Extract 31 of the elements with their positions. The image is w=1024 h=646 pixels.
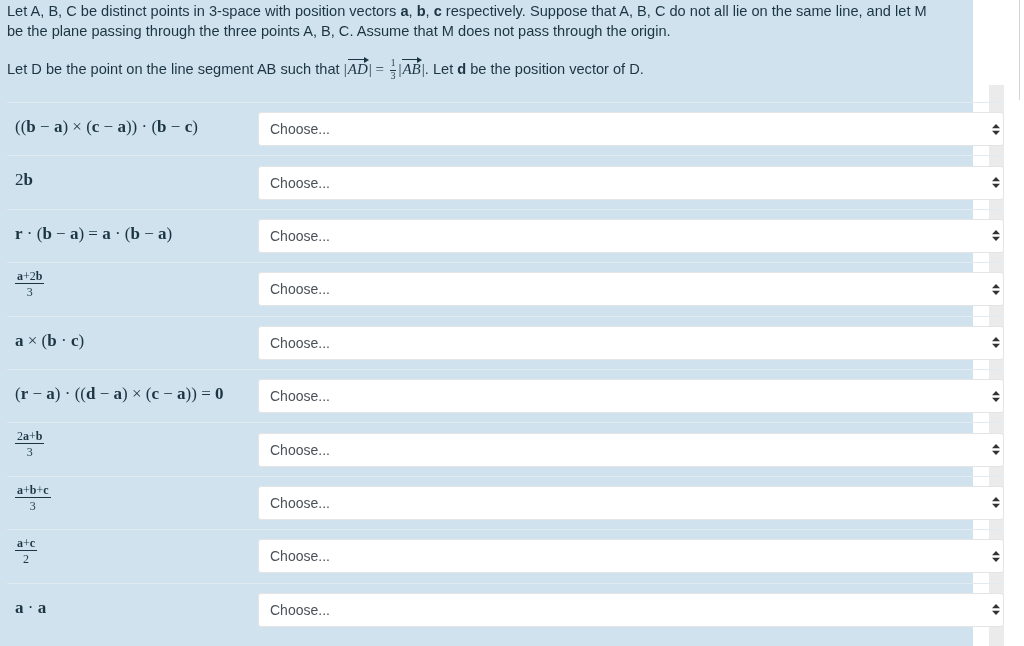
math-expression: a × (b · c) xyxy=(15,330,85,351)
answer-dropdown[interactable]: Choose... xyxy=(258,485,1004,520)
answer-dropdown[interactable]: Choose... xyxy=(258,432,1004,467)
fraction-expression: a+2b 3 xyxy=(15,270,45,299)
up-down-arrows-icon xyxy=(992,390,1000,402)
question-text: Let A, B, C be distinct points in 3-space with position vectors a, b, c respectively. Suppose that A, B, C do not all lie on the same line, and let M be the plane passing through the three points A, B, C. Assume that M does not pass through the origin. xyxy=(7,2,928,41)
up-down-arrows-icon xyxy=(992,444,1000,456)
answer-dropdown[interactable]: Choose... xyxy=(258,112,1004,147)
fraction-expression: 2a+b 3 xyxy=(15,430,45,459)
fraction-expression: a+c 2 xyxy=(15,537,38,566)
up-down-arrows-icon xyxy=(992,550,1000,562)
math-expression: ((b − a) × (c − a)) · (b − c) xyxy=(15,117,198,137)
answer-dropdown[interactable]: Choose... xyxy=(258,539,1004,574)
up-down-arrows-icon xyxy=(992,177,1000,189)
up-down-arrows-icon xyxy=(992,497,1000,509)
answer-dropdown[interactable]: Choose... xyxy=(258,379,1004,414)
math-expression: (r − a) · ((d − a) × (c − a)) = 0 xyxy=(15,383,224,404)
answer-dropdown[interactable]: Choose... xyxy=(258,165,1004,200)
answer-dropdown[interactable]: Choose... xyxy=(258,325,1004,360)
fraction-expression: a+b+c 3 xyxy=(15,483,51,512)
up-down-arrows-icon xyxy=(992,604,1000,616)
answer-dropdown[interactable]: Choose... xyxy=(258,272,1004,307)
up-down-arrows-icon xyxy=(992,123,1000,135)
answer-dropdown[interactable]: Choose... xyxy=(258,592,1004,627)
up-down-arrows-icon xyxy=(992,283,1000,295)
math-expression: r · (b − a) = a · (b − a) xyxy=(15,223,173,244)
answer-dropdown[interactable]: Choose... xyxy=(258,218,1004,253)
up-down-arrows-icon xyxy=(992,230,1000,242)
math-expression: a · a xyxy=(15,597,47,618)
math-expression: 2b xyxy=(15,170,33,191)
up-down-arrows-icon xyxy=(992,337,1000,349)
